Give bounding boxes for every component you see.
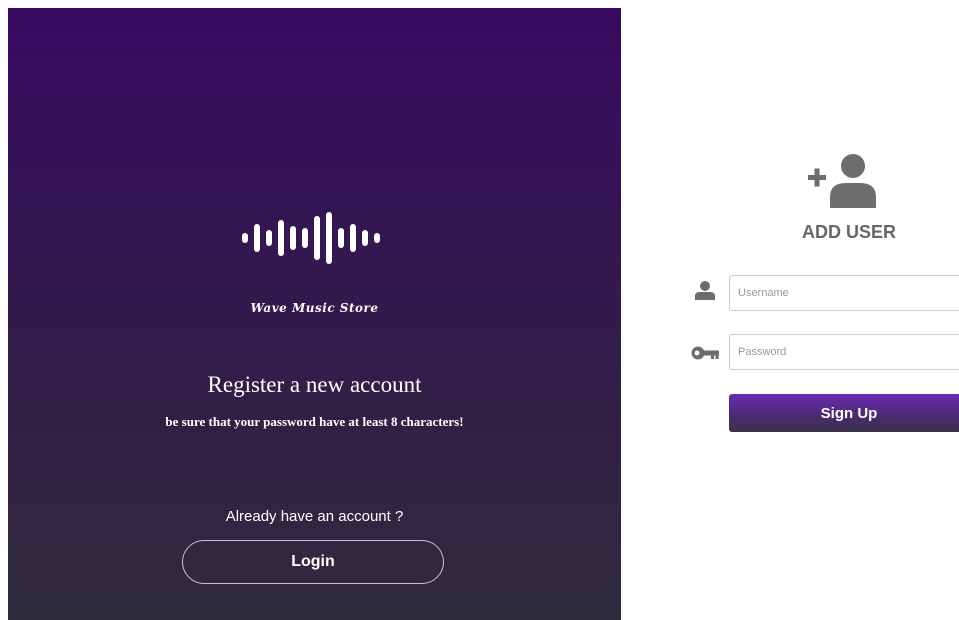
username-field[interactable] <box>729 275 959 311</box>
login-button[interactable]: Login <box>182 540 444 584</box>
add-user-icon <box>808 154 876 208</box>
user-icon <box>695 281 715 300</box>
already-account-text: Already have an account ? <box>225 508 404 525</box>
register-headline: Register a new account <box>207 372 422 397</box>
form-title: ADD USER <box>801 222 896 242</box>
left-panel: Wave Music Store Register a new account … <box>8 8 621 620</box>
password-field[interactable] <box>729 334 959 370</box>
sign-up-button[interactable]: Sign Up <box>729 394 959 432</box>
sound-wave-icon <box>242 212 380 264</box>
password-hint: be sure that your password have at least… <box>165 414 464 429</box>
key-icon <box>691 346 719 360</box>
brand-name: Wave Music Store <box>250 301 379 315</box>
